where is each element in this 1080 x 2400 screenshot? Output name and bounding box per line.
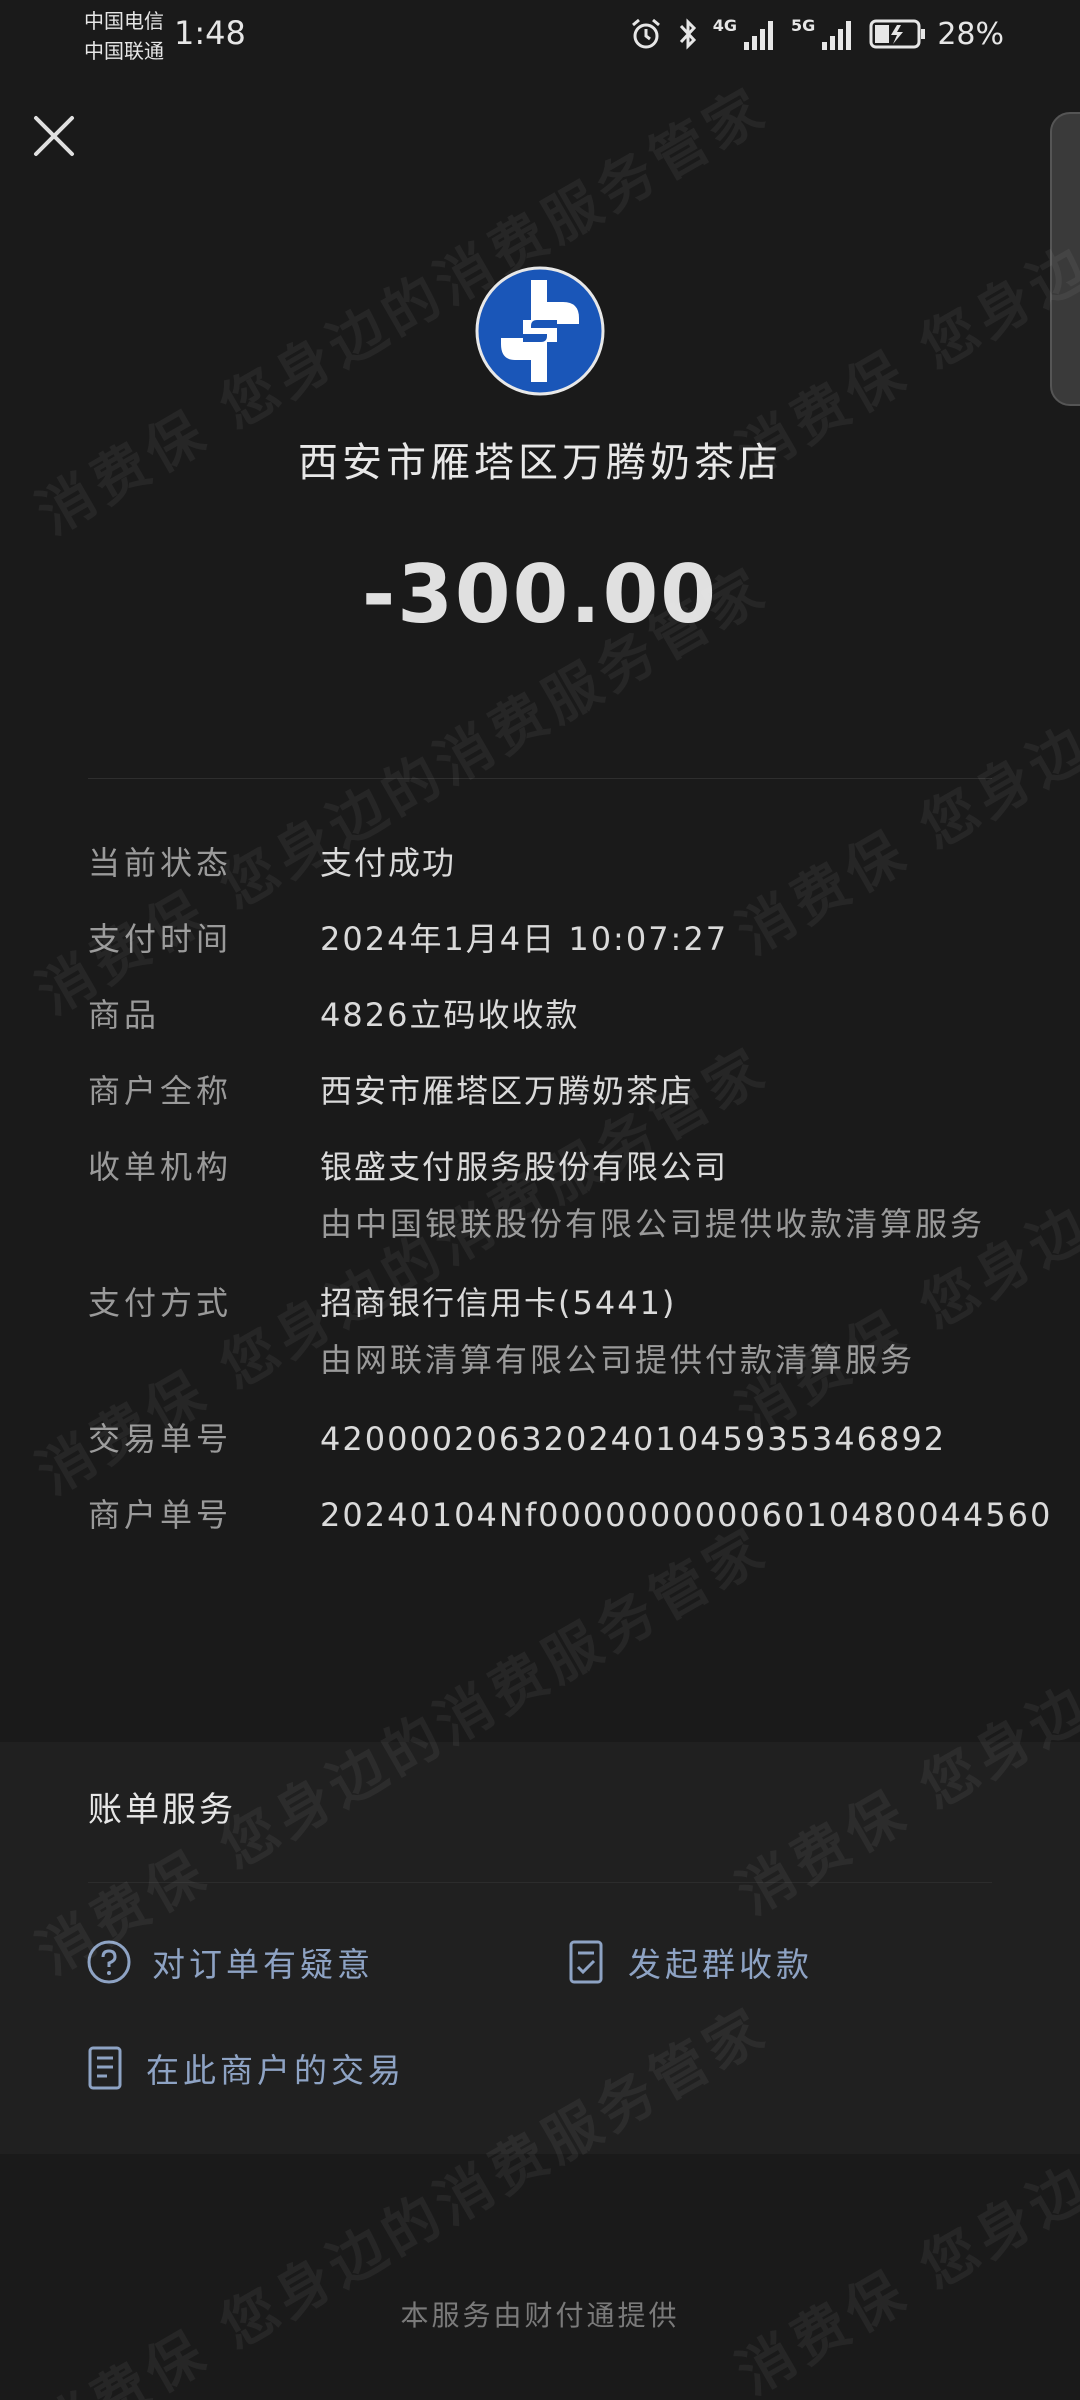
fullname-label: 商户全称 [88, 1072, 233, 1110]
services-title: 账单服务 [88, 1790, 236, 1830]
footer-note: 本服务由财付通提供 [400, 2299, 680, 2332]
method-value: 招商银行信用卡(5441) [320, 1284, 677, 1322]
goods-value: 4826立码收收款 [320, 996, 580, 1034]
bill-services-panel: 账单服务 对订单有疑意 发起群收款 在此商户的交易 [0, 1742, 1080, 2154]
bluetooth-icon [677, 17, 699, 51]
battery-icon [869, 19, 927, 49]
network-type-2: 5G [791, 16, 816, 35]
payment-detail-page: 中国电信 中国联通 1:48 4G 5G 28% 西安市雁塔区万腾奶茶店 -30… [0, 0, 1080, 2400]
divider [88, 778, 992, 779]
method-note: 由网联清算有限公司提供付款清算服务 [320, 1341, 916, 1379]
merchant-history-label: 在此商户的交易 [146, 2051, 405, 2090]
merchant-no-value[interactable]: 20240104Nf00000000006010480044560 [320, 1492, 1052, 1538]
status-bar: 中国电信 中国联通 1:48 4G 5G 28% [0, 0, 1080, 72]
method-label: 支付方式 [88, 1284, 233, 1322]
payment-amount: -300.00 [362, 548, 718, 641]
merchant-name: 西安市雁塔区万腾奶茶店 [298, 440, 782, 486]
order-question-label: 对订单有疑意 [152, 1945, 374, 1984]
floating-side-tab[interactable] [1050, 112, 1080, 406]
signal-icon [743, 18, 777, 50]
question-icon [87, 1940, 131, 1984]
merchant-no-label: 商户单号 [88, 1496, 233, 1534]
acquirer-note: 由中国银联股份有限公司提供收款清算服务 [320, 1205, 986, 1243]
txn-value[interactable]: 4200002063202401045935346892 [320, 1416, 1008, 1462]
alarm-icon [629, 17, 663, 51]
merchant-logo [475, 266, 605, 396]
txn-label: 交易单号 [88, 1420, 233, 1458]
watermark-text: 消费保 您身边的消费服务管家 [726, 15, 1080, 488]
time-label: 支付时间 [88, 920, 233, 958]
carrier-2: 中国联通 [84, 39, 164, 63]
checklist-icon [569, 1940, 603, 1984]
detail-row-method: 支付方式 招商银行信用卡(5441) 由网联清算有限公司提供付款清算服务 [88, 1280, 1008, 1386]
fullname-value: 西安市雁塔区万腾奶茶店 [320, 1072, 695, 1110]
status-value: 支付成功 [320, 844, 457, 882]
status-label: 当前状态 [88, 844, 233, 882]
detail-row-goods: 商品 4826立码收收款 [88, 992, 1008, 1038]
transaction-details: 当前状态 支付成功 支付时间 2024年1月4日 10:07:27 商品 482… [88, 840, 1050, 1568]
group-collect-label: 发起群收款 [628, 1945, 813, 1984]
carrier-1: 中国电信 [84, 9, 164, 33]
battery-percent: 28% [937, 16, 1004, 52]
close-icon [34, 116, 74, 156]
merchant-history-button[interactable]: 在此商户的交易 [86, 2044, 405, 2092]
order-question-button[interactable]: 对订单有疑意 [86, 1938, 374, 1986]
detail-row-txn: 交易单号 4200002063202401045935346892 [88, 1416, 1008, 1462]
detail-row-fullname: 商户全称 西安市雁塔区万腾奶茶店 [88, 1068, 1008, 1114]
detail-row-status: 当前状态 支付成功 [88, 840, 1008, 886]
signal-icon-2 [821, 18, 855, 50]
close-button[interactable] [30, 112, 78, 160]
group-collect-button[interactable]: 发起群收款 [568, 1938, 813, 1986]
acquirer-value: 银盛支付服务股份有限公司 [320, 1148, 729, 1186]
divider [88, 1882, 992, 1883]
goods-label: 商品 [88, 996, 161, 1034]
detail-row-merchant-no: 商户单号 20240104Nf00000000006010480044560 [88, 1492, 1050, 1538]
carrier-names: 中国电信 中国联通 [84, 6, 164, 66]
network-type-1: 4G [712, 16, 738, 35]
time-value: 2024年1月4日 10:07:27 [320, 920, 729, 958]
acquirer-label: 收单机构 [88, 1148, 233, 1186]
status-icons: 4G 5G 28% [629, 14, 1004, 54]
detail-row-time: 支付时间 2024年1月4日 10:07:27 [88, 916, 1008, 962]
status-time: 1:48 [174, 14, 246, 52]
detail-row-acquirer: 收单机构 银盛支付服务股份有限公司 由中国银联股份有限公司提供收款清算服务 [88, 1144, 1008, 1250]
document-icon [88, 2046, 122, 2090]
